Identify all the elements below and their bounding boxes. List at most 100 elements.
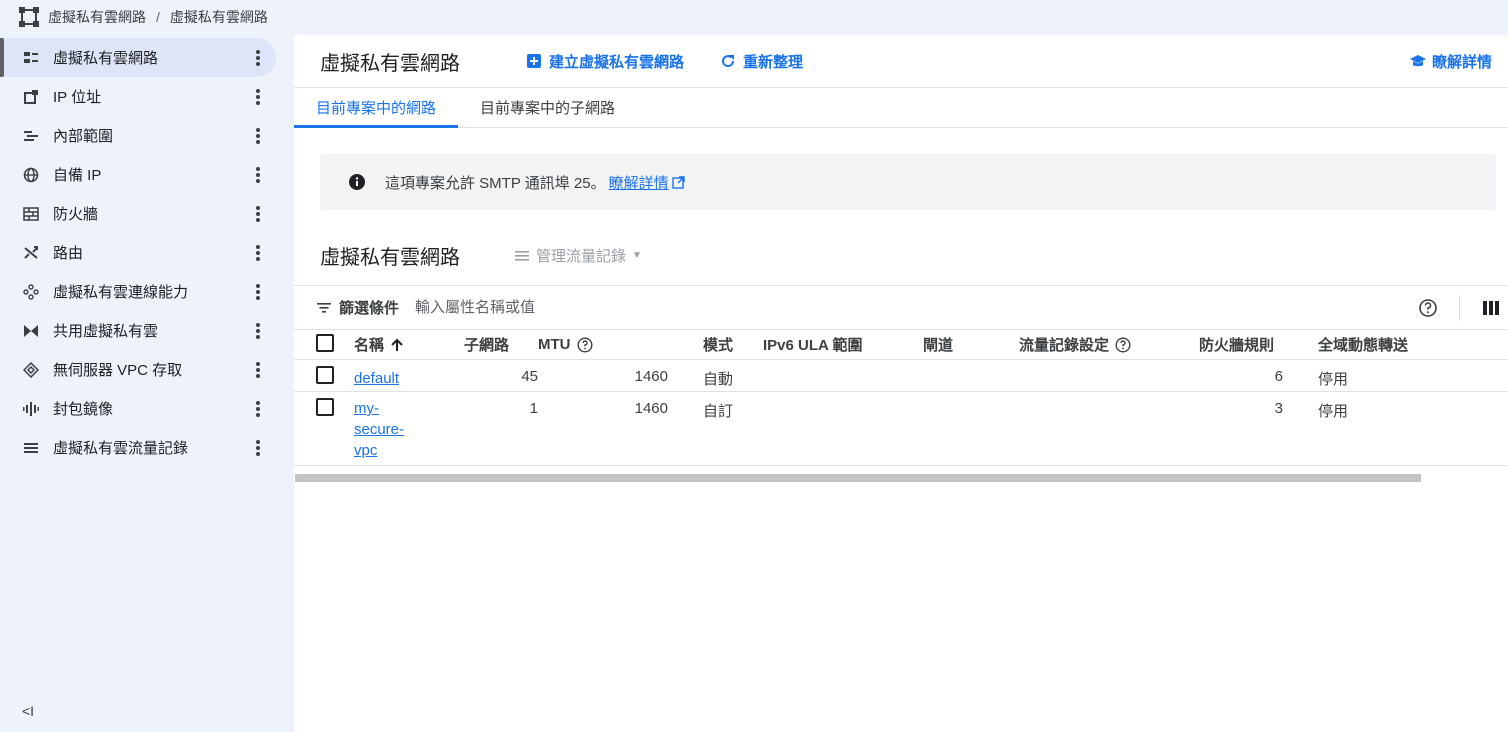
firewall-icon [22, 205, 40, 223]
dropdown-arrow-icon: ▼ [632, 250, 642, 261]
help-icon[interactable] [576, 336, 593, 353]
filter-bar: 篩選條件 [294, 285, 1508, 329]
flow-logs-cell [1019, 359, 1199, 392]
sidebar-item-routes[interactable]: 路由 [0, 233, 276, 272]
learn-more-button[interactable]: 瞭解詳情 [1409, 51, 1492, 72]
select-all-checkbox[interactable] [316, 333, 334, 352]
table-row: default 45 1460 自動 6 停用 [294, 359, 1508, 392]
sidebar-item-label: 內部範圍 [53, 128, 114, 145]
sidebar-item-serverless-vpc-access[interactable]: 無伺服器 VPC 存取 [0, 350, 276, 389]
subnets-cell: 1 [464, 391, 538, 466]
name-line: my- [354, 400, 379, 417]
tab-subnets-current-project[interactable]: 目前專案中的子網路 [458, 88, 637, 127]
routes-icon [22, 244, 40, 262]
more-vert-icon[interactable] [248, 126, 268, 146]
sidebar-item-label: 無伺服器 VPC 存取 [53, 362, 183, 379]
more-vert-icon[interactable] [248, 87, 268, 107]
more-vert-icon[interactable] [248, 282, 268, 302]
network-name-link[interactable]: my- secure- vpc [354, 398, 404, 461]
ipv6-cell [763, 359, 923, 392]
sidebar-item-label: 防火牆 [53, 206, 99, 223]
section-title: 虛擬私有雲網路 [320, 247, 460, 269]
breadcrumb-separator: / [156, 9, 160, 25]
help-icon[interactable] [1418, 298, 1438, 318]
sidebar-item-vpc-connectivity[interactable]: 虛擬私有雲連線能力 [0, 272, 276, 311]
sidebar-item-firewall[interactable]: 防火牆 [0, 194, 276, 233]
column-header-flow-logs[interactable]: 流量記錄設定 [1019, 329, 1199, 360]
network-name-link[interactable]: default [354, 370, 399, 387]
main-panel: 虛擬私有雲網路 建立虛擬私有雲網路 重新整理 瞭解詳情 目前專案中的網路 目前專… [294, 35, 1508, 732]
sidebar-item-ip-addresses[interactable]: IP 位址 [0, 77, 276, 116]
table-header-row: 名稱 子網路 MTU 模式 IPv6 ULA 範圍 閘道 流量記錄設定 防火牆規… [294, 329, 1508, 360]
manage-flow-logs-label: 管理流量記錄 [536, 248, 627, 265]
more-vert-icon[interactable] [248, 48, 268, 68]
scrollbar-thumb[interactable] [295, 474, 1421, 482]
more-vert-icon[interactable] [248, 321, 268, 341]
create-vpc-label: 建立虛擬私有雲網路 [549, 53, 685, 71]
serverless-icon [22, 361, 40, 379]
column-header-mtu[interactable]: MTU [538, 329, 668, 360]
banner-learn-more-link[interactable]: 瞭解詳情 [609, 172, 685, 193]
ipv6-cell [763, 391, 923, 466]
sidebar-item-label: 封包鏡像 [53, 401, 114, 418]
name-line: vpc [354, 442, 378, 459]
learn-more-label: 瞭解詳情 [1431, 54, 1492, 71]
column-header-dynamic-routing[interactable]: 全域動態轉送 [1283, 329, 1508, 360]
row-checkbox[interactable] [316, 366, 334, 384]
column-header-subnets[interactable]: 子網路 [464, 329, 538, 360]
sidebar-item-byoip[interactable]: 自備 IP [0, 155, 276, 194]
more-vert-icon[interactable] [248, 360, 268, 380]
more-vert-icon[interactable] [248, 165, 268, 185]
row-checkbox[interactable] [316, 398, 334, 416]
sidebar-item-packet-mirroring[interactable]: 封包鏡像 [0, 389, 276, 428]
section-header: 虛擬私有雲網路 管理流量記錄 ▼ [320, 241, 642, 270]
more-vert-icon[interactable] [248, 243, 268, 263]
manage-flow-logs-button[interactable]: 管理流量記錄 ▼ [514, 245, 642, 266]
sidebar-item-label: 虛擬私有雲網路 [53, 50, 159, 67]
sidebar-item-flow-logs[interactable]: 虛擬私有雲流量記錄 [0, 428, 276, 467]
breadcrumb-item-parent[interactable]: 虛擬私有雲網路 [48, 7, 146, 27]
column-display-icon[interactable] [1482, 299, 1500, 317]
mtu-cell: 1460 [538, 391, 668, 466]
create-vpc-button[interactable]: 建立虛擬私有雲網路 [526, 51, 684, 72]
subnets-cell: 45 [464, 359, 538, 392]
more-vert-icon[interactable] [248, 399, 268, 419]
sidebar-item-label: 自備 IP [53, 167, 102, 184]
flow-logs-icon [22, 439, 40, 457]
divider [1459, 295, 1460, 321]
filter-input[interactable] [415, 299, 1016, 316]
column-label: 流量記錄設定 [1019, 337, 1110, 354]
more-vert-icon[interactable] [248, 438, 268, 458]
column-header-gateway[interactable]: 閘道 [923, 329, 1019, 360]
help-icon[interactable] [1115, 336, 1131, 353]
banner-text: 這項專案允許 SMTP 通訊埠 25。 [385, 174, 606, 192]
sidebar-item-shared-vpc[interactable]: 共用虛擬私有雲 [0, 311, 276, 350]
sidebar-item-internal-ranges[interactable]: 內部範圍 [0, 116, 276, 155]
name-line: secure- [354, 421, 405, 438]
banner-link-label: 瞭解詳情 [608, 174, 669, 192]
mtu-cell: 1460 [538, 359, 668, 392]
column-header-name[interactable]: 名稱 [354, 329, 464, 360]
more-vert-icon[interactable] [248, 204, 268, 224]
page-title: 虛擬私有雲網路 [320, 52, 460, 75]
arrow-upward-icon [391, 338, 403, 351]
column-label: 名稱 [354, 337, 385, 354]
connectivity-icon [22, 283, 40, 301]
vpc-network-table: 名稱 子網路 MTU 模式 IPv6 ULA 範圍 閘道 流量記錄設定 防火牆規… [294, 329, 1508, 466]
breadcrumb: 虛擬私有雲網路 / 虛擬私有雲網路 [0, 0, 1508, 34]
column-header-ipv6-ula[interactable]: IPv6 ULA 範圍 [763, 329, 923, 360]
table-row: my- secure- vpc 1 1460 自訂 3 停用 [294, 391, 1508, 466]
column-header-mode[interactable]: 模式 [668, 329, 763, 360]
sidebar-item-vpc-networks[interactable]: 虛擬私有雲網路 [0, 38, 276, 77]
tab-networks-current-project[interactable]: 目前專案中的網路 [294, 88, 459, 128]
network-name-cell: default [354, 359, 464, 392]
flow-logs-cell [1019, 391, 1199, 466]
gateway-cell [923, 359, 1019, 392]
collapse-sidebar-icon[interactable]: <I [22, 702, 40, 720]
info-icon [349, 174, 365, 190]
refresh-button[interactable]: 重新整理 [720, 51, 803, 72]
column-header-firewall-rules[interactable]: 防火牆規則 [1199, 329, 1283, 360]
refresh-label: 重新整理 [743, 53, 804, 71]
horizontal-scrollbar[interactable] [294, 472, 1508, 483]
sidebar-item-label: 虛擬私有雲流量記錄 [53, 440, 189, 457]
